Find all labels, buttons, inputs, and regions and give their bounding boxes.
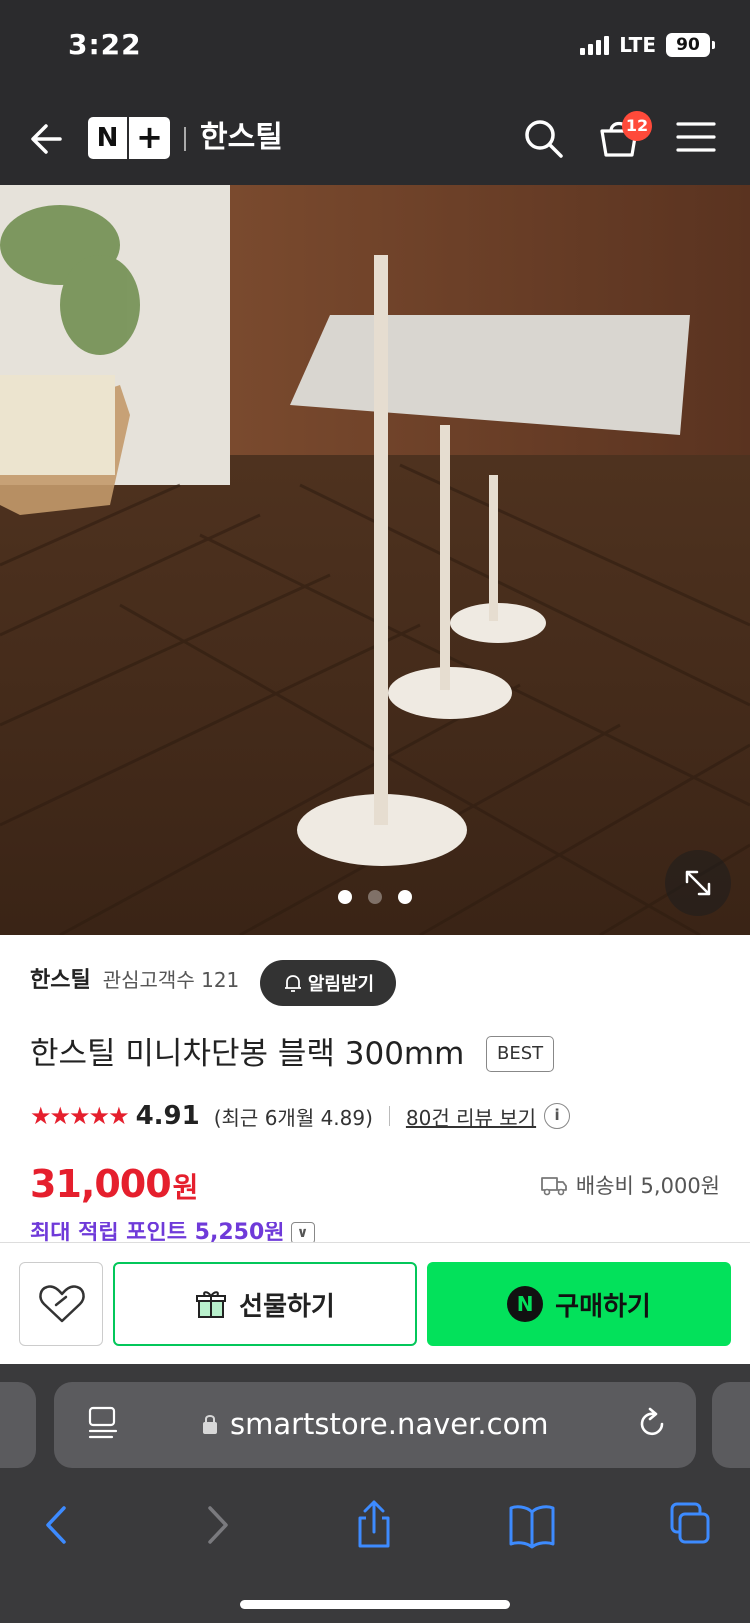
page-menu-icon[interactable] <box>86 1404 120 1444</box>
buy-label: 구매하기 <box>555 1291 651 1322</box>
expand-arrows-icon <box>685 870 711 896</box>
book-icon <box>509 1505 555 1549</box>
pagination-dot[interactable] <box>338 890 352 904</box>
pagination-dot[interactable] <box>398 890 412 904</box>
back-button[interactable] <box>26 117 70 161</box>
rating-value: 4.91 <box>135 1101 200 1131</box>
status-bar: 3:22 LTE 90 <box>0 0 750 95</box>
home-indicator <box>240 1600 510 1609</box>
truck-icon <box>541 1177 567 1196</box>
gallery-pagination <box>0 890 750 904</box>
product-title: 한스틸 미니차단봉 블랙 300mm <box>30 1036 465 1072</box>
chevron-down-icon[interactable]: ∨ <box>290 1222 315 1242</box>
seller-name[interactable]: 한스틸 <box>30 962 91 994</box>
status-time: 3:22 <box>68 28 142 61</box>
back-nav-button[interactable] <box>40 1500 74 1550</box>
review-link[interactable]: 80건 리뷰 보기 <box>406 1102 536 1131</box>
bookmarks-button[interactable] <box>508 1500 556 1550</box>
rating-row: ★★★★★ 4.91 (최근 6개월 4.89) 80건 리뷰 보기 i <box>30 1098 571 1134</box>
gift-label: 선물하기 <box>239 1291 335 1322</box>
price-unit: 원 <box>172 1171 199 1204</box>
browser-nav <box>0 1500 750 1550</box>
menu-button[interactable] <box>676 119 716 155</box>
buy-button[interactable]: N 구매하기 <box>427 1262 731 1346</box>
tabs-button[interactable] <box>668 1500 712 1550</box>
expand-image-button[interactable] <box>665 850 731 916</box>
cart-count-badge: 12 <box>622 111 652 141</box>
arrow-left-icon <box>31 124 62 154</box>
max-points: 최대 적립 포인트 5,250원 <box>30 1222 285 1242</box>
signal-icon <box>580 35 610 55</box>
network-label: LTE <box>619 33 656 57</box>
browser-toolbar: smartstore.naver.com <box>0 1364 750 1623</box>
store-title[interactable]: 한스틸 <box>200 117 283 159</box>
points-row[interactable]: 최대 적립 포인트 5,250원 ∨ <box>30 1222 370 1242</box>
naver-plus-logo[interactable]: N + <box>88 117 170 159</box>
naver-pay-icon: N <box>507 1286 544 1322</box>
logo-plus: + <box>136 118 163 156</box>
shipping-info: 배송비 5,000원 <box>540 1170 720 1200</box>
chevron-left-icon <box>46 1506 66 1544</box>
alarm-label: 알림받기 <box>307 974 375 995</box>
info-icon[interactable]: i <box>544 1103 571 1129</box>
lock-icon <box>203 1415 217 1434</box>
tabs-icon <box>670 1502 710 1544</box>
seller-row: 한스틸 관심고객수 121 <box>30 962 239 994</box>
fans-count: 관심고객수 121 <box>102 967 240 992</box>
best-badge: BEST <box>486 1036 555 1072</box>
rating-divider <box>388 1106 390 1126</box>
heart-icon <box>39 1285 85 1323</box>
bell-plus-icon <box>284 975 301 992</box>
logo-n: N <box>88 117 129 159</box>
forward-nav-button[interactable] <box>200 1500 234 1550</box>
gift-button[interactable]: 선물하기 <box>113 1262 417 1346</box>
shipping-fee: 배송비 5,000원 <box>575 1174 720 1198</box>
alarm-subscribe-button[interactable]: 알림받기 <box>260 960 396 1006</box>
purchase-action-bar: 선물하기 N 구매하기 <box>0 1242 750 1364</box>
recent-rating: (최근 6개월 4.89) <box>213 1105 373 1130</box>
price-amount: 31,000 <box>30 1162 172 1206</box>
search-icon <box>525 120 563 158</box>
chevron-right-icon <box>208 1506 228 1544</box>
share-icon <box>358 1500 390 1548</box>
star-rating-icon: ★★★★★ <box>30 1102 130 1130</box>
status-indicators: LTE 90 <box>580 33 715 57</box>
pagination-dot-active[interactable] <box>368 890 382 904</box>
url-text[interactable]: smartstore.naver.com <box>230 1404 549 1444</box>
wishlist-button[interactable] <box>19 1262 103 1346</box>
battery-icon: 90 <box>666 33 715 57</box>
product-photo <box>0 185 750 935</box>
reload-icon[interactable] <box>636 1406 670 1442</box>
share-button[interactable] <box>354 1500 394 1550</box>
product-image[interactable] <box>0 185 750 935</box>
gift-icon <box>196 1291 227 1318</box>
previous-tab-peek[interactable] <box>0 1382 36 1468</box>
price: 31,000 원 <box>30 1162 198 1206</box>
hamburger-menu-icon <box>676 122 716 152</box>
next-tab-peek[interactable] <box>712 1382 750 1468</box>
app-header: N + 한스틸 12 <box>0 95 750 185</box>
header-divider <box>184 127 186 151</box>
search-button[interactable] <box>520 115 566 161</box>
